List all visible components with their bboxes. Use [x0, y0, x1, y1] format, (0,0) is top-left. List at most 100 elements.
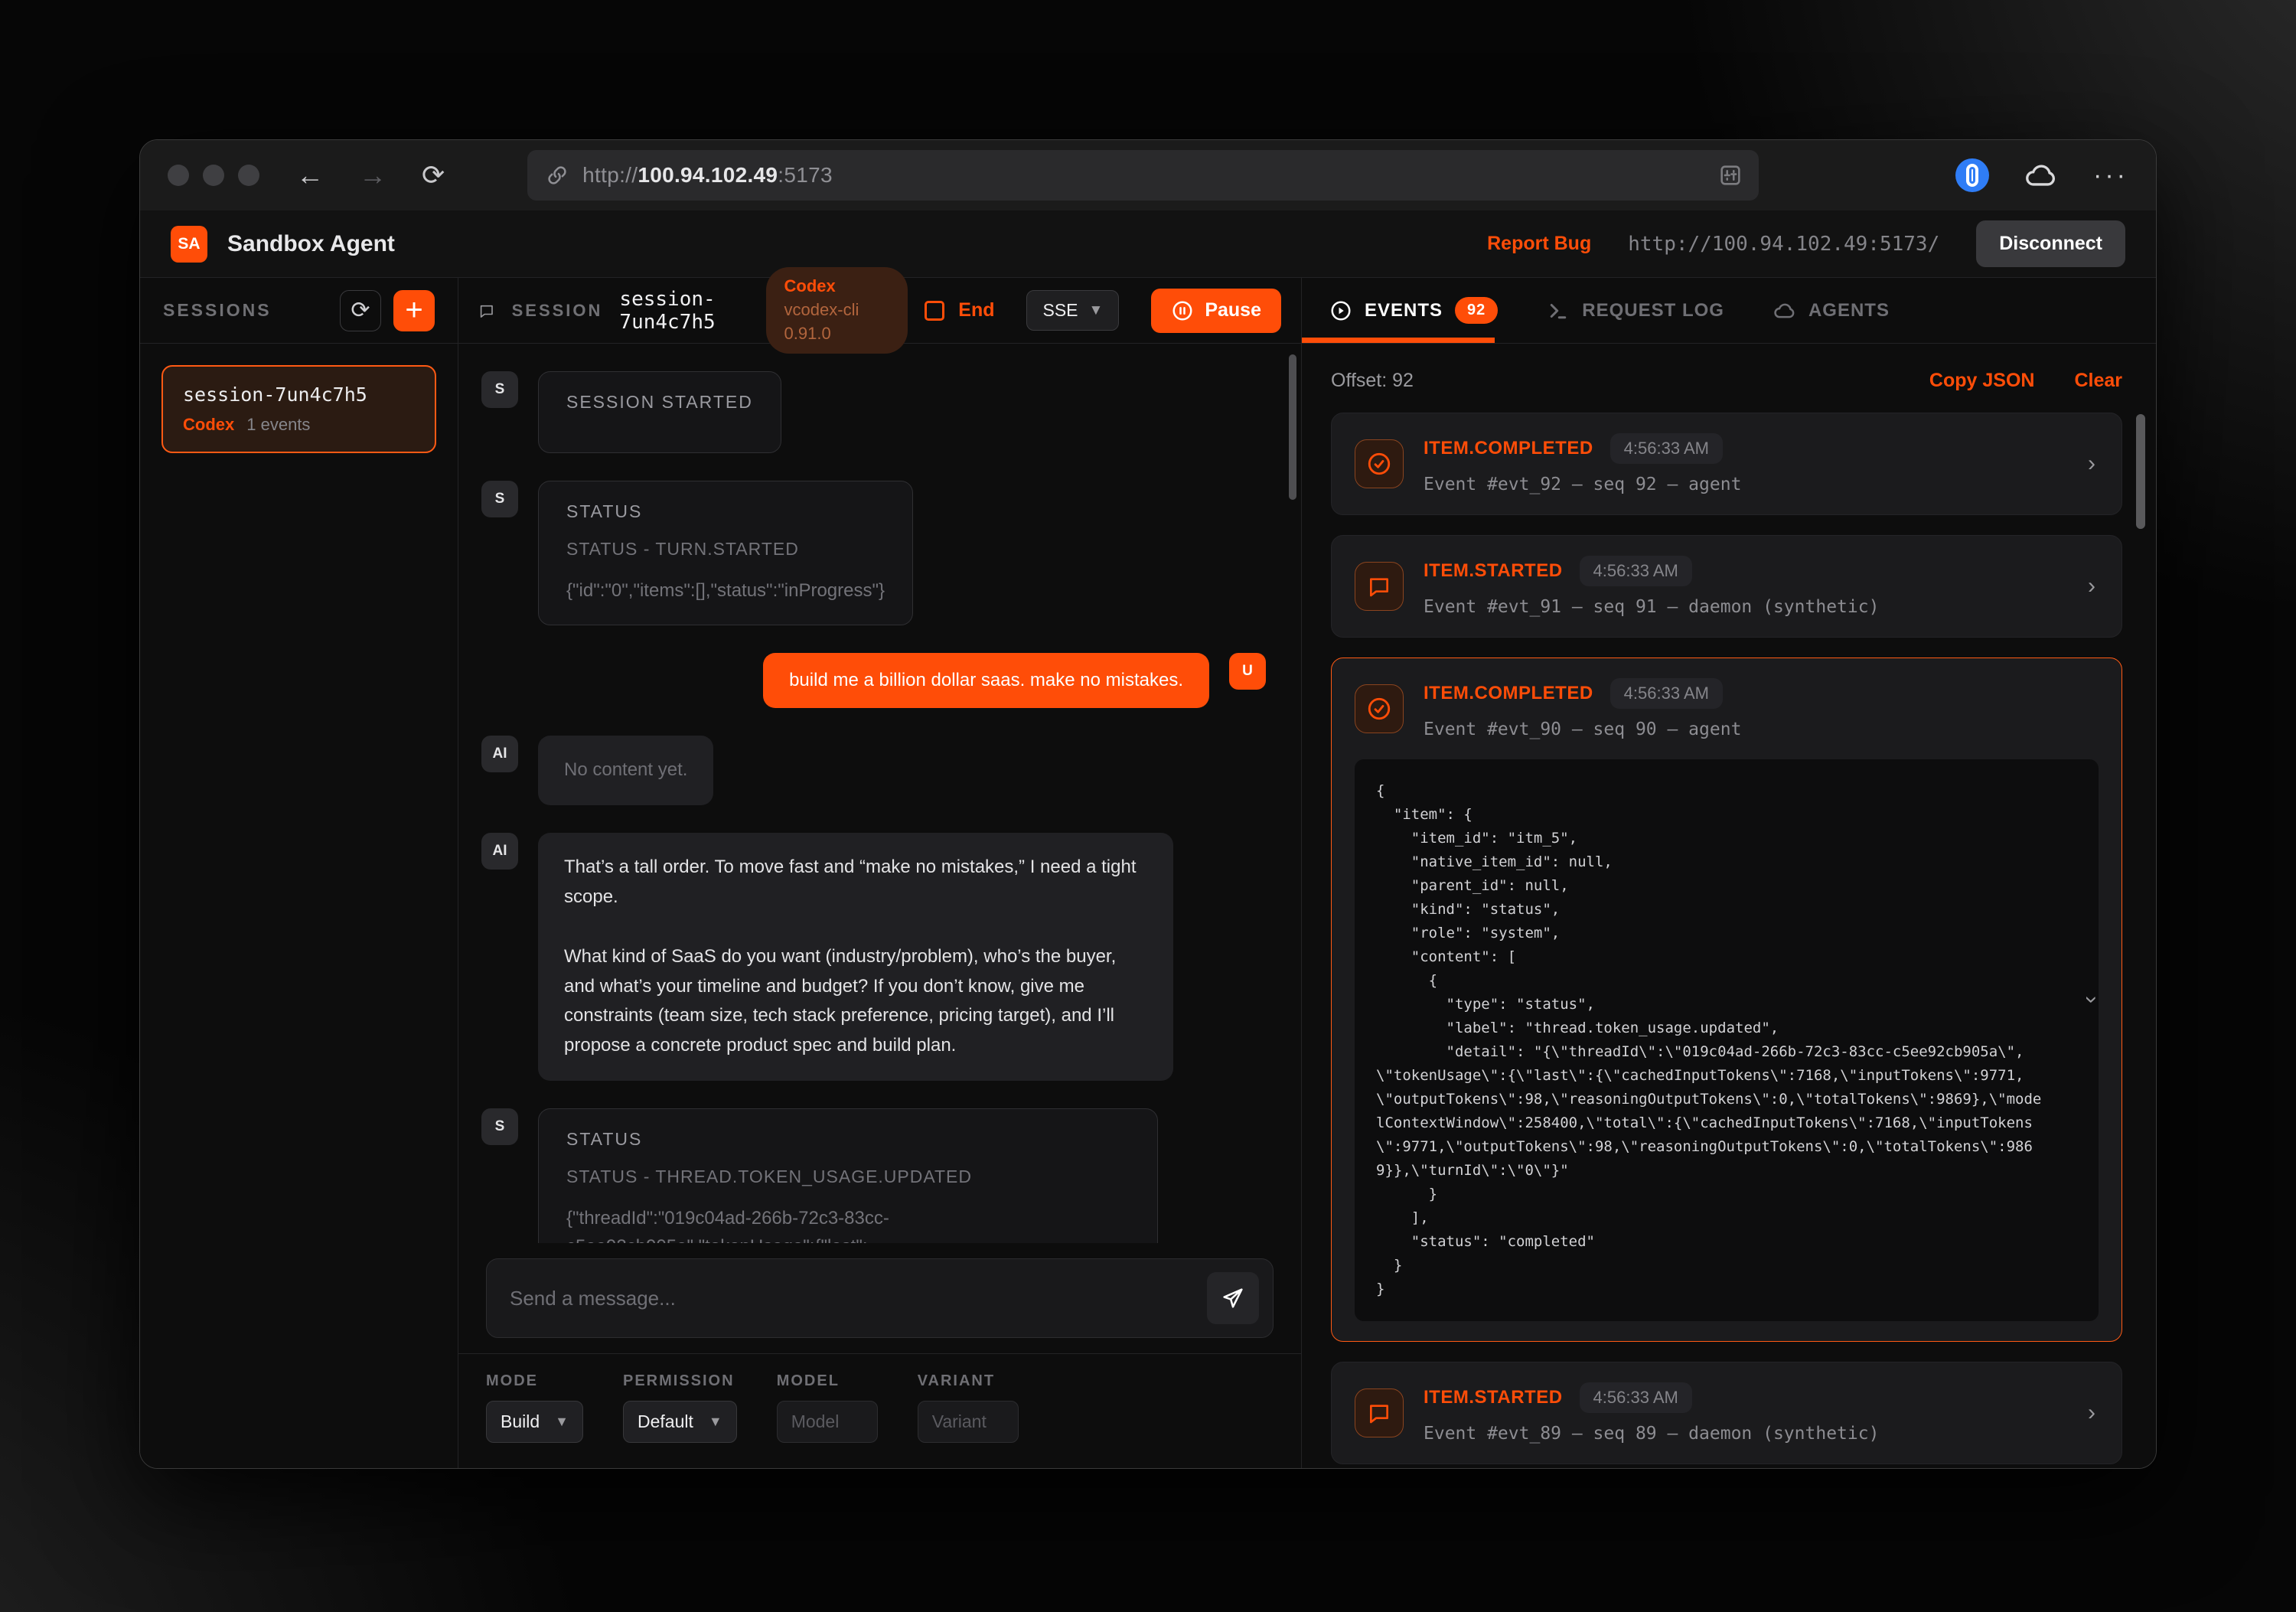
item-completed-icon	[1355, 439, 1404, 488]
event-subtitle: Event #evt_92 – seq 92 – agent	[1424, 475, 2099, 494]
item-started-icon	[1355, 1388, 1404, 1437]
chat-scrollbar[interactable]	[1289, 354, 1296, 500]
session-name: session-7un4c7h5	[183, 383, 415, 406]
event-card-expanded[interactable]: ITEM.COMPLETED 4:56:33 AM Event #evt_90 …	[1331, 658, 2122, 1342]
session-list-item[interactable]: session-7un4c7h5 Codex 1 events	[161, 365, 436, 453]
item-completed-icon	[1355, 684, 1404, 733]
event-list[interactable]: ITEM.COMPLETED 4:56:33 AM Event #evt_92 …	[1302, 411, 2156, 1468]
variant-input[interactable]: Variant	[918, 1401, 1019, 1443]
mode-label: MODE	[486, 1372, 583, 1390]
report-bug-link[interactable]: Report Bug	[1487, 233, 1591, 255]
browser-window: ← → ⟳ http://100.94.102.49:5173 ··· SA	[139, 139, 2157, 1469]
tab-agents[interactable]: AGENTS	[1773, 300, 1890, 321]
chat-bubble-icon	[478, 299, 495, 323]
model-label: MODEL	[777, 1372, 878, 1390]
user-bubble: build me a billion dollar saas. make no …	[763, 653, 1209, 708]
agent-version-badge: Codex vcodex-cli 0.91.0	[766, 267, 908, 353]
event-card[interactable]: ITEM.STARTED 4:56:33 AM Event #evt_91 – …	[1331, 535, 2122, 638]
chevron-right-icon[interactable]: ›	[2088, 1400, 2095, 1426]
ai-message: AI That’s a tall order. To move fast and…	[481, 833, 1266, 1081]
end-label: End	[958, 299, 994, 321]
sessions-title: SESSIONS	[163, 300, 272, 321]
more-menu-icon[interactable]: ···	[2093, 161, 2128, 191]
close-window-button[interactable]	[168, 165, 189, 186]
session-header-name: session-7un4c7h5	[619, 288, 748, 334]
end-checkbox[interactable]	[925, 301, 944, 321]
session-events-count: 1 events	[246, 415, 310, 435]
refresh-icon[interactable]: ⟳	[422, 162, 445, 189]
agents-cloud-icon	[1773, 301, 1796, 321]
app-title: Sandbox Agent	[227, 231, 395, 257]
reader-grid-icon[interactable]	[1717, 162, 1743, 188]
zoom-window-button[interactable]	[238, 165, 259, 186]
forward-icon[interactable]: →	[359, 162, 386, 189]
plus-icon: +	[405, 293, 422, 328]
message-input[interactable]: Send a message...	[486, 1258, 1274, 1338]
message-input-placeholder: Send a message...	[510, 1287, 676, 1310]
new-session-button[interactable]: +	[393, 290, 435, 331]
pause-button[interactable]: Pause	[1151, 289, 1281, 333]
clear-events-button[interactable]: Clear	[2074, 370, 2122, 392]
ai-bubble: No content yet.	[538, 736, 713, 805]
event-subtitle: Event #evt_91 – seq 91 – daemon (synthet…	[1424, 597, 2099, 617]
tab-request-log[interactable]: REQUEST LOG	[1547, 299, 1724, 322]
event-time: 4:56:33 AM	[1610, 678, 1723, 709]
model-input[interactable]: Model	[777, 1401, 878, 1443]
chevron-right-icon[interactable]: ›	[2088, 451, 2095, 477]
status-message: S STATUS STATUS - TURN.STARTED {"id":"0"…	[481, 481, 1266, 625]
minimize-window-button[interactable]	[203, 165, 224, 186]
chevron-right-icon[interactable]: ›	[2088, 573, 2095, 599]
event-card[interactable]: ITEM.COMPLETED 4:56:33 AM Event #evt_92 …	[1331, 413, 2122, 515]
app-header: SA Sandbox Agent Report Bug http://100.9…	[140, 210, 2156, 278]
system-message: S SESSION STARTED	[481, 371, 1266, 453]
events-panel: EVENTS 92 REQUEST LOG AGENTS	[1302, 278, 2156, 1468]
variant-label: VARIANT	[918, 1372, 1019, 1390]
ai-message: AI No content yet.	[481, 736, 1266, 805]
system-avatar: S	[481, 1108, 518, 1145]
event-card[interactable]: ITEM.STARTED 4:56:33 AM Event #evt_89 – …	[1331, 1362, 2122, 1464]
address-bar[interactable]: http://100.94.102.49:5173	[527, 150, 1759, 201]
terminal-icon	[1547, 299, 1570, 322]
tab-events[interactable]: EVENTS 92	[1329, 297, 1498, 324]
send-icon	[1220, 1285, 1246, 1311]
active-tab-underline	[1302, 338, 1495, 343]
refresh-sessions-button[interactable]: ⟳	[340, 290, 381, 331]
send-button[interactable]	[1207, 1272, 1259, 1324]
password-manager-icon[interactable]	[1955, 158, 1989, 192]
chevron-down-icon[interactable]: ›	[2079, 996, 2105, 1003]
composer: Send a message...	[458, 1243, 1301, 1353]
event-subtitle: Event #evt_89 – seq 89 – daemon (synthet…	[1424, 1424, 2099, 1444]
cloud-icon[interactable]	[2024, 162, 2058, 188]
play-circle-icon	[1329, 299, 1352, 322]
transport-select[interactable]: SSE ▼	[1026, 290, 1119, 331]
pause-icon	[1171, 299, 1194, 322]
browser-chrome: ← → ⟳ http://100.94.102.49:5173 ···	[140, 140, 2156, 210]
events-scrollbar[interactable]	[2136, 414, 2145, 529]
event-subtitle: Event #evt_90 – seq 90 – agent	[1424, 720, 2099, 739]
mode-select[interactable]: Build▼	[486, 1401, 583, 1443]
sessions-sidebar: SESSIONS ⟳ + session-7un4c7h5 Codex 1 ev…	[140, 278, 458, 1468]
session-agent: Codex	[183, 415, 234, 435]
chevron-down-icon: ▼	[1089, 302, 1104, 319]
app-logo: SA	[171, 226, 207, 263]
refresh-icon: ⟳	[351, 297, 370, 324]
disconnect-button[interactable]: Disconnect	[1976, 220, 2125, 267]
message-list[interactable]: S SESSION STARTED S STATUS STATUS - TURN…	[458, 344, 1301, 1243]
system-avatar: S	[481, 371, 518, 408]
link-icon	[546, 164, 569, 187]
system-avatar: S	[481, 481, 518, 517]
chat-column: SESSION session-7un4c7h5 Codex vcodex-cl…	[458, 278, 1302, 1468]
event-time: 4:56:33 AM	[1580, 1382, 1692, 1413]
session-label: SESSION	[512, 301, 603, 321]
copy-json-button[interactable]: Copy JSON	[1929, 370, 2035, 392]
user-message: build me a billion dollar saas. make no …	[481, 653, 1266, 708]
offset-indicator: Offset: 92	[1331, 370, 1414, 392]
status-message: S STATUS STATUS - THREAD.TOKEN_USAGE.UPD…	[481, 1108, 1266, 1243]
window-controls[interactable]	[168, 165, 259, 186]
permission-select[interactable]: Default▼	[623, 1401, 737, 1443]
chevron-down-icon: ▼	[709, 1414, 722, 1430]
events-count-badge: 92	[1455, 297, 1498, 324]
chevron-down-icon: ▼	[555, 1414, 569, 1430]
event-time: 4:56:33 AM	[1610, 433, 1723, 464]
back-icon[interactable]: ←	[296, 162, 324, 189]
